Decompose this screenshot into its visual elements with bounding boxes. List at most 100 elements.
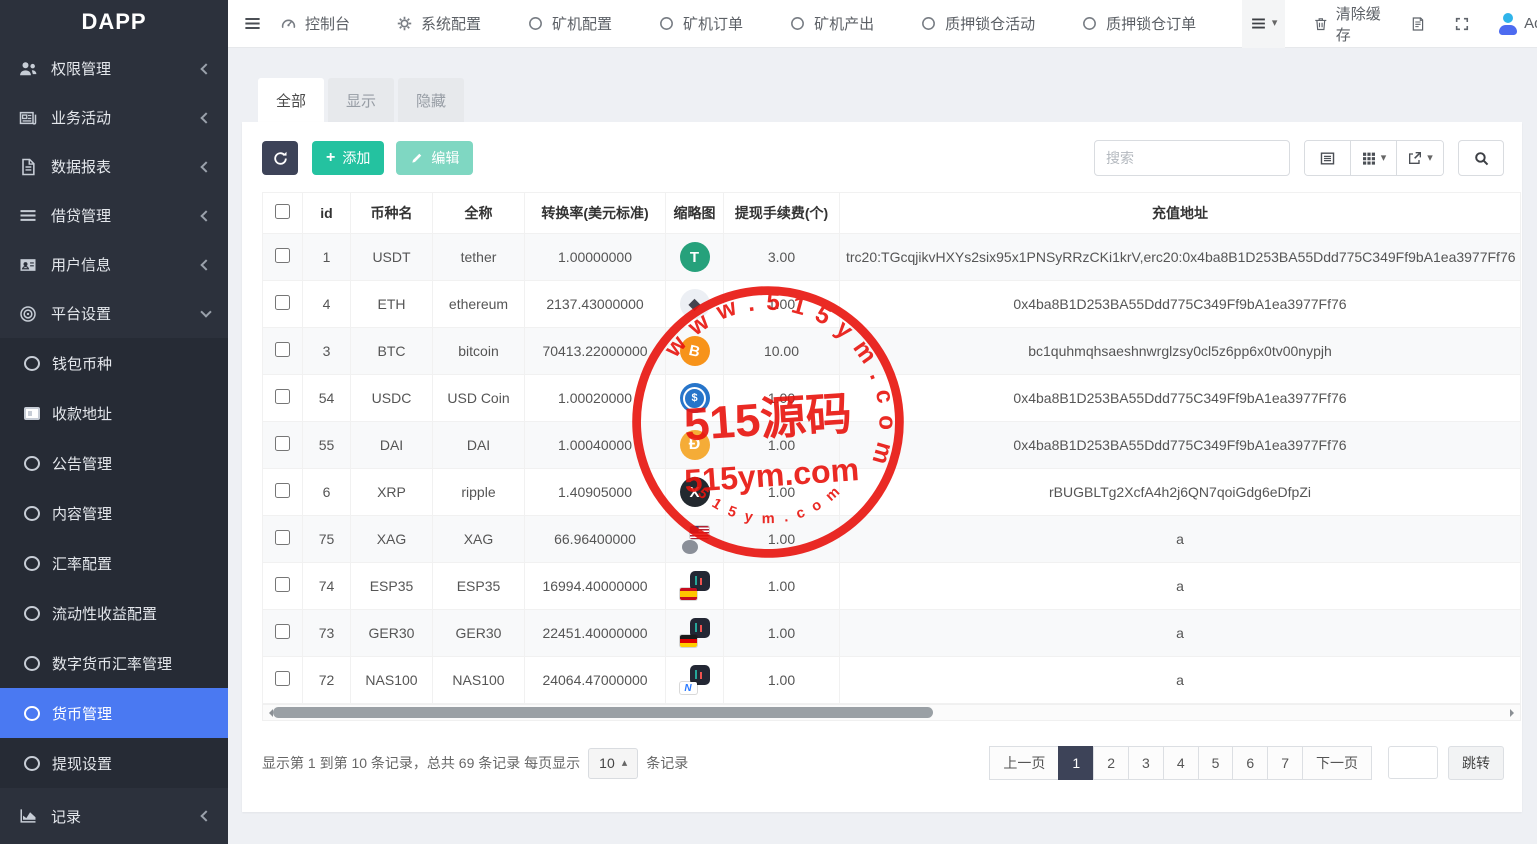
sidebar-item[interactable]: 记录: [0, 788, 228, 844]
cell-rate: 2137.43000000: [525, 281, 666, 328]
row-checkbox[interactable]: [275, 342, 290, 357]
sidebar-item[interactable]: 借贷管理: [0, 191, 228, 240]
scroll-left-arrow[interactable]: [265, 709, 273, 717]
sidebar-item[interactable]: 平台设置: [0, 289, 228, 338]
next-page-button[interactable]: 下一页: [1302, 746, 1372, 780]
page-number-button[interactable]: 3: [1128, 746, 1164, 780]
sidebar-item-icon: [18, 108, 38, 128]
table-row[interactable]: 3 BTC bitcoin 70413.22000000 10.00 bc1qu…: [263, 328, 1521, 375]
cell-id: 4: [303, 281, 351, 328]
sidebar-item[interactable]: 数据报表: [0, 142, 228, 191]
row-checkbox[interactable]: [275, 295, 290, 310]
row-checkbox[interactable]: [275, 389, 290, 404]
filter-tabs: 全部 显示 隐藏: [242, 78, 1522, 122]
row-checkbox[interactable]: [275, 483, 290, 498]
page-number-button[interactable]: 4: [1163, 746, 1199, 780]
topnav-item[interactable]: 质押锁仓活动: [920, 13, 1035, 34]
sidebar-subitem[interactable]: 公告管理: [0, 438, 228, 488]
topnav-item[interactable]: 质押锁仓订单: [1081, 13, 1196, 34]
edit-button[interactable]: 编辑: [396, 141, 473, 175]
topnav-item[interactable]: 系统配置: [396, 13, 481, 34]
table-row[interactable]: 54 USDC USD Coin 1.00020000 1.00 0x4ba8B…: [263, 375, 1521, 422]
scroll-right-arrow[interactable]: [1510, 709, 1518, 717]
filter-tab[interactable]: 显示: [328, 78, 394, 122]
filter-tab[interactable]: 全部: [258, 78, 324, 122]
sidebar-item[interactable]: 业务活动: [0, 93, 228, 142]
sidebar-subitem[interactable]: 汇率配置: [0, 538, 228, 588]
scrollbar-thumb[interactable]: [273, 707, 933, 718]
row-checkbox[interactable]: [275, 624, 290, 639]
cell-deposit-address: a: [840, 563, 1521, 610]
jump-button[interactable]: 跳转: [1448, 746, 1504, 780]
fullscreen-icon[interactable]: [1454, 14, 1470, 34]
row-checkbox[interactable]: [275, 248, 290, 263]
add-button[interactable]: + 添加: [312, 141, 384, 175]
sidebar-subitem[interactable]: 货币管理: [0, 688, 228, 738]
content-area: 全部 显示 隐藏 + 添加 编辑: [228, 48, 1537, 812]
coin-thumbnail-icon: [680, 524, 710, 554]
sidebar-subitem[interactable]: 数字货币汇率管理: [0, 638, 228, 688]
table-row[interactable]: 75 XAG XAG 66.96400000 1.00 a: [263, 516, 1521, 563]
sidebar-subitem[interactable]: 流动性收益配置: [0, 588, 228, 638]
prev-page-button[interactable]: 上一页: [989, 746, 1059, 780]
table-row[interactable]: 1 USDT tether 1.00000000 3.00 trc20:TGcq…: [263, 234, 1521, 281]
column-header: 全称: [433, 193, 525, 234]
topnav-item-label: 矿机订单: [683, 13, 743, 34]
page-number-button[interactable]: 1: [1058, 746, 1094, 780]
sidebar-subitem[interactable]: 收款地址: [0, 388, 228, 438]
table-row[interactable]: 6 XRP ripple 1.40905000 1.00 rBUGBLTg2Xc…: [263, 469, 1521, 516]
document-icon[interactable]: [1410, 14, 1426, 34]
sidebar-subitem-label: 内容管理: [52, 503, 112, 524]
search-input[interactable]: [1094, 140, 1290, 176]
cell-fee: 3.00: [724, 234, 840, 281]
main-area: 控制台 系统配置 矿机配置 矿机订单 矿机产出 质押锁仓活动: [228, 0, 1537, 844]
row-checkbox[interactable]: [275, 671, 290, 686]
topnav-item-icon: [280, 15, 297, 32]
topnav-item[interactable]: 控制台: [280, 13, 350, 34]
coin-thumbnail-icon: [680, 477, 710, 507]
filter-tab[interactable]: 隐藏: [398, 78, 464, 122]
select-all-checkbox[interactable]: [275, 204, 290, 219]
export-button[interactable]: ▾: [1397, 141, 1443, 175]
clear-cache-label: 清除缓存: [1336, 3, 1383, 45]
table-row[interactable]: 74 ESP35 ESP35 16994.40000000 1.00 a: [263, 563, 1521, 610]
sidebar-subitem[interactable]: 内容管理: [0, 488, 228, 538]
admin-username[interactable]: Admin: [1524, 15, 1537, 32]
horizontal-scrollbar: [262, 704, 1521, 721]
hamburger-menu-icon[interactable]: [243, 9, 262, 39]
user-avatar[interactable]: [1498, 13, 1514, 35]
pagination-summary-suffix: 条记录: [646, 753, 688, 773]
table-row[interactable]: 4 ETH ethereum 2137.43000000 1.00 0x4ba8…: [263, 281, 1521, 328]
columns-button[interactable]: ▾: [1351, 141, 1397, 175]
topnav-item[interactable]: 矿机产出: [789, 13, 874, 34]
sidebar-subitem[interactable]: 提现设置: [0, 738, 228, 788]
page-number-button[interactable]: 7: [1267, 746, 1303, 780]
sidebar-subitem-label: 提现设置: [52, 753, 112, 774]
sidebar-item[interactable]: 用户信息: [0, 240, 228, 289]
page-number-button[interactable]: 5: [1198, 746, 1234, 780]
topnav-item[interactable]: 矿机订单: [658, 13, 743, 34]
search-button[interactable]: [1458, 140, 1504, 176]
sidebar-item[interactable]: 权限管理: [0, 44, 228, 93]
row-checkbox[interactable]: [275, 436, 290, 451]
page-size-select[interactable]: 10 ▴: [588, 748, 638, 779]
refresh-button[interactable]: [262, 141, 298, 175]
nav-list-dropdown-button[interactable]: ▾: [1242, 0, 1285, 48]
table-row[interactable]: 73 GER30 GER30 22451.40000000 1.00 a: [263, 610, 1521, 657]
topnav-item[interactable]: 矿机配置: [527, 13, 612, 34]
page-number-button[interactable]: 2: [1093, 746, 1129, 780]
page-number-button[interactable]: 6: [1232, 746, 1268, 780]
detail-view-button[interactable]: [1305, 141, 1351, 175]
sidebar-subitem[interactable]: 钱包币种: [0, 338, 228, 388]
app-title: DAPP: [0, 0, 228, 44]
row-checkbox[interactable]: [275, 530, 290, 545]
column-header: 转换率(美元标准): [525, 193, 666, 234]
table-row[interactable]: 55 DAI DAI 1.00040000 1.00 0x4ba8B1D253B…: [263, 422, 1521, 469]
clear-cache-button[interactable]: 清除缓存: [1313, 3, 1382, 45]
jump-page-input[interactable]: [1388, 746, 1438, 779]
sidebar-submenu: 钱包币种 收款地址 公告管理 内容管理 汇率配置 流动性收益配置 数字货币汇率管…: [0, 338, 228, 788]
cell-id: 1: [303, 234, 351, 281]
topnav-item-icon: [396, 15, 413, 32]
row-checkbox[interactable]: [275, 577, 290, 592]
table-row[interactable]: 72 NAS100 NAS100 24064.47000000 1.00 a: [263, 657, 1521, 704]
